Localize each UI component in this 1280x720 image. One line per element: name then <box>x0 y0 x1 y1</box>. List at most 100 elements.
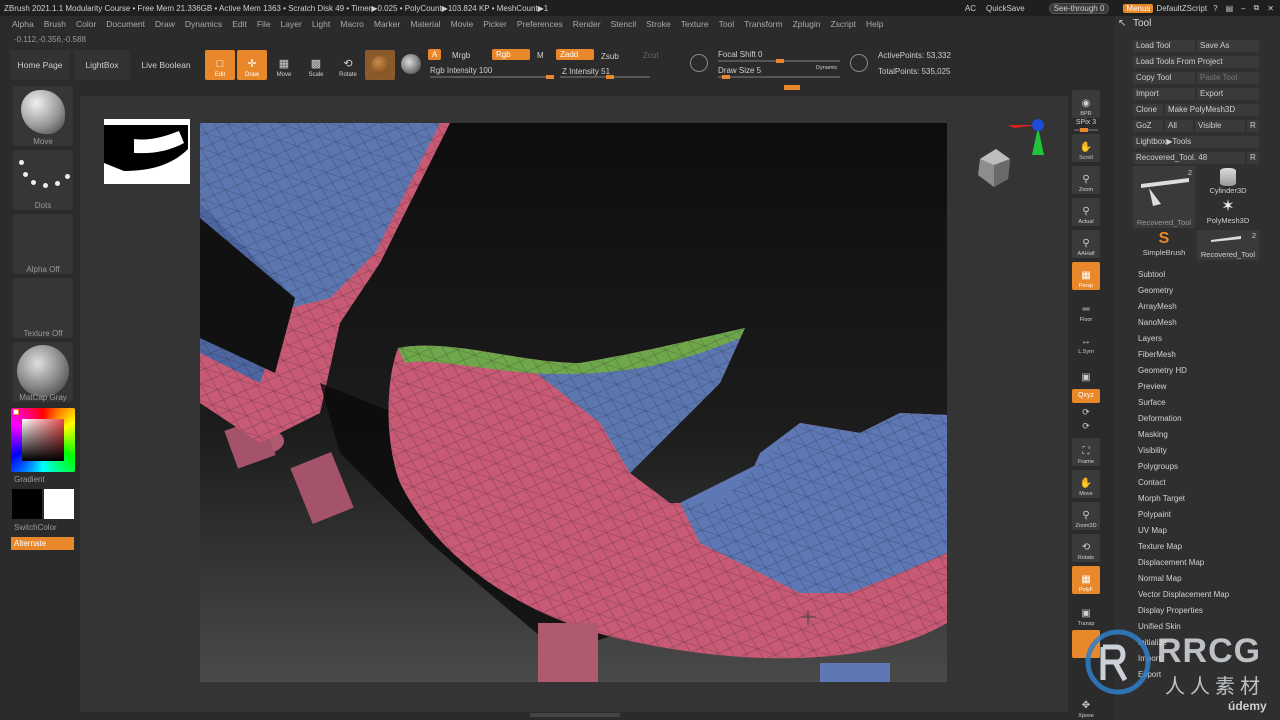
secondary-color-swatch[interactable] <box>12 489 42 519</box>
shelf-pin-handle[interactable] <box>784 85 800 90</box>
subpalette-polygroups[interactable]: Polygroups <box>1138 462 1178 471</box>
menu-preferences[interactable]: Preferences <box>517 19 563 29</box>
load-from-project-button[interactable]: Load Tools From Project <box>1133 56 1259 68</box>
save-as-button[interactable]: Save As <box>1197 40 1259 52</box>
lightbox-button[interactable]: LightBox <box>74 50 130 80</box>
subpalette-polypaint[interactable]: Polypaint <box>1138 510 1171 519</box>
rotate-view-button[interactable]: ⟲ Rotate <box>1072 534 1100 562</box>
window-minimize-icon[interactable]: – <box>1241 4 1245 13</box>
menu-picker[interactable]: Picker <box>483 19 507 29</box>
r-button-2[interactable]: R <box>1247 152 1259 164</box>
subpalette-import[interactable]: Import <box>1138 654 1161 663</box>
visible-button[interactable]: Visible <box>1195 120 1245 132</box>
subpalette-export[interactable]: Export <box>1138 670 1161 679</box>
ghost-button[interactable] <box>1072 630 1100 658</box>
subpalette-unified-skin[interactable]: Unified Skin <box>1138 622 1181 631</box>
see-through-slider[interactable]: See-through 0 <box>1048 2 1110 14</box>
subpalette-geometry[interactable]: Geometry <box>1138 286 1173 295</box>
bottom-shelf-handle[interactable] <box>530 713 620 717</box>
menu-color[interactable]: Color <box>76 19 96 29</box>
tool-thumb-simplebrush[interactable]: S SimpleBrush <box>1133 230 1195 260</box>
menu-tool[interactable]: Tool <box>719 19 735 29</box>
subpalette-texture-map[interactable]: Texture Map <box>1138 542 1182 551</box>
rgb-intensity-slider[interactable] <box>430 75 554 79</box>
navigation-cube-icon[interactable] <box>972 145 1016 189</box>
menu-stroke[interactable]: Stroke <box>646 19 671 29</box>
menu-brush[interactable]: Brush <box>44 19 66 29</box>
draw-size-slider[interactable] <box>718 75 840 79</box>
xpose-button[interactable]: ✥ Xpose <box>1072 692 1100 720</box>
subpalette-layers[interactable]: Layers <box>1138 334 1162 343</box>
dynamic-button[interactable]: Dynamic <box>816 65 837 71</box>
subpalette-arraymesh[interactable]: ArrayMesh <box>1138 302 1177 311</box>
menu-edit[interactable]: Edit <box>232 19 247 29</box>
actual-button[interactable]: ⚲ Actual <box>1072 198 1100 226</box>
zsub-button[interactable]: Zsub <box>601 52 619 61</box>
color-picker-square[interactable] <box>22 419 64 461</box>
spix-slider-track[interactable] <box>1074 128 1098 132</box>
tool-thumb-polymesh[interactable]: ✶ PolyMesh3D <box>1197 198 1259 228</box>
subpalette-subtool[interactable]: Subtool <box>1138 270 1165 279</box>
menu-marker[interactable]: Marker <box>374 19 400 29</box>
live-boolean-button[interactable]: Live Boolean <box>134 50 198 80</box>
copy-tool-button[interactable]: Copy Tool <box>1133 72 1195 84</box>
draw-mode-button[interactable]: ✛ Draw <box>237 50 267 80</box>
make-polymesh-button[interactable]: Make PolyMesh3D <box>1165 104 1259 116</box>
menus-button[interactable]: Menus <box>1123 3 1154 13</box>
dynamic-size-icon[interactable] <box>850 54 868 72</box>
lock-button[interactable]: ▣ <box>1072 358 1100 386</box>
transp-button[interactable]: ▣ Transp <box>1072 600 1100 628</box>
switch-color-button[interactable]: SwitchColor <box>14 523 57 532</box>
menu-layer[interactable]: Layer <box>281 19 302 29</box>
focal-shift-slider[interactable] <box>718 59 840 63</box>
main-color-swatch[interactable] <box>44 489 74 519</box>
window-layout-icon[interactable]: ▤ <box>1226 4 1234 13</box>
z-intensity-slider[interactable] <box>560 75 650 79</box>
import-button[interactable]: Import <box>1133 88 1195 100</box>
move-mode-button[interactable]: ▦ Move <box>269 50 299 80</box>
menu-movie[interactable]: Movie <box>451 19 474 29</box>
subpalette-preview[interactable]: Preview <box>1138 382 1166 391</box>
home-page-button[interactable]: Home Page <box>10 50 70 80</box>
a-button[interactable]: A <box>428 49 442 60</box>
focal-shift-icon[interactable] <box>690 54 708 72</box>
all-button[interactable]: All <box>1165 120 1193 132</box>
document-viewport[interactable] <box>200 123 947 682</box>
subpalette-display-properties[interactable]: Display Properties <box>1138 606 1203 615</box>
subpalette-uv-map[interactable]: UV Map <box>1138 526 1167 535</box>
subpalette-masking[interactable]: Masking <box>1138 430 1168 439</box>
scale-mode-button[interactable]: ▩ Scale <box>301 50 331 80</box>
m-button[interactable]: M <box>537 51 544 60</box>
alternate-button[interactable]: Alternate <box>11 537 74 550</box>
menu-zplugin[interactable]: Zplugin <box>793 19 821 29</box>
polyf-button[interactable]: ▦ PolyF <box>1072 566 1100 594</box>
material-swatch-button[interactable] <box>365 50 395 80</box>
rotate-mode-button[interactable]: ⟲ Rotate <box>333 50 363 80</box>
rotate-axis-2-icon[interactable]: ⟳ <box>1068 421 1104 432</box>
rgb-button[interactable]: Rgb <box>492 49 530 60</box>
window-help-icon[interactable]: ? <box>1213 4 1217 13</box>
subpalette-geometry-hd[interactable]: Geometry HD <box>1138 366 1187 375</box>
tool-thumb-recovered[interactable]: 2 Recovered_Tool <box>1133 166 1195 228</box>
lsym-button[interactable]: ↔ L.Sym <box>1072 328 1100 356</box>
persp-button[interactable]: ▦ Persp <box>1072 262 1100 290</box>
menu-light[interactable]: Light <box>312 19 330 29</box>
xyz-button[interactable]: Qxyz <box>1072 389 1100 403</box>
color-picker[interactable] <box>11 408 75 472</box>
default-zscript-button[interactable]: DefaultZScript <box>1156 4 1207 13</box>
lightbox-tools-button[interactable]: Lightbox▶Tools <box>1133 136 1259 148</box>
subpalette-nanomesh[interactable]: NanoMesh <box>1138 318 1177 327</box>
mrgb-button[interactable]: Mrgb <box>452 51 470 60</box>
menu-macro[interactable]: Macro <box>340 19 364 29</box>
menu-render[interactable]: Render <box>573 19 601 29</box>
menu-stencil[interactable]: Stencil <box>611 19 637 29</box>
zoom-button[interactable]: ⚲ Zoom <box>1072 166 1100 194</box>
window-restore-icon[interactable]: ⧉ <box>1254 3 1260 13</box>
subpalette-deformation[interactable]: Deformation <box>1138 414 1182 423</box>
ac-button[interactable]: AC <box>965 4 976 13</box>
paste-tool-button[interactable]: Paste Tool <box>1197 72 1259 84</box>
quicksave-button[interactable]: QuickSave <box>986 4 1025 13</box>
load-tool-button[interactable]: Load Tool <box>1133 40 1195 52</box>
window-close-icon[interactable]: ✕ <box>1267 4 1274 13</box>
aahalf-button[interactable]: ⚲ AAHalf <box>1072 230 1100 258</box>
